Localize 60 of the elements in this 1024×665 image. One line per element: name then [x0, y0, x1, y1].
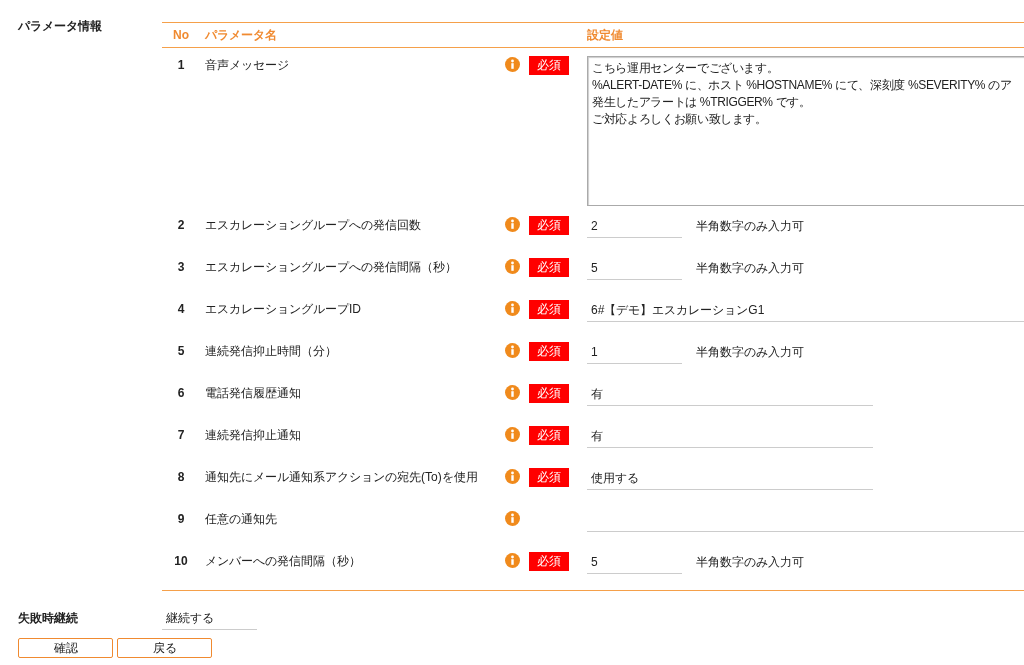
- column-header: 設定値: [587, 26, 623, 44]
- action-button[interactable]: 戻る: [117, 638, 212, 658]
- required-badge: 必須: [529, 300, 569, 319]
- row-number: 7: [177, 428, 185, 442]
- info-icon[interactable]: [505, 511, 520, 526]
- parameter-name: エスカレーショングループID: [205, 302, 361, 316]
- info-icon[interactable]: [505, 553, 520, 568]
- required-badge: 必須: [529, 342, 569, 361]
- parameter-name: エスカレーショングループへの発信間隔（秒）: [205, 260, 457, 274]
- info-icon[interactable]: [505, 259, 520, 274]
- required-badge: 必須: [529, 426, 569, 445]
- hint-text: 半角数字のみ入力可: [696, 260, 804, 277]
- input-field[interactable]: 2: [587, 216, 682, 238]
- select-field[interactable]: 有: [587, 384, 873, 406]
- required-badge: 必須: [529, 56, 569, 75]
- input-field[interactable]: 5: [587, 552, 682, 574]
- row-number: 5: [177, 344, 185, 358]
- field-label: 失敗時継続: [18, 610, 78, 627]
- parameter-name: 連続発信抑止通知: [205, 428, 301, 442]
- row-number: 8: [177, 470, 185, 484]
- required-badge: 必須: [529, 468, 569, 487]
- row-number: 4: [177, 302, 185, 316]
- required-badge: 必須: [529, 216, 569, 235]
- hint-text: 半角数字のみ入力可: [696, 344, 804, 361]
- input-field[interactable]: 1: [587, 342, 682, 364]
- required-badge: 必須: [529, 258, 569, 277]
- info-icon[interactable]: [505, 427, 520, 442]
- column-header: パラメータ名: [204, 26, 278, 44]
- row-number: 3: [177, 260, 185, 274]
- select-field[interactable]: 有: [587, 426, 873, 448]
- parameter-name: 電話発信履歴通知: [205, 386, 301, 400]
- required-badge: 必須: [529, 384, 569, 403]
- row-number: 10: [174, 554, 188, 568]
- parameter-name: 連続発信抑止時間（分）: [205, 344, 337, 358]
- select-field[interactable]: 使用する: [587, 468, 873, 490]
- input-field[interactable]: 5: [587, 258, 682, 280]
- required-badge: 必須: [529, 552, 569, 571]
- parameter-name: 音声メッセージ: [205, 58, 289, 72]
- info-icon[interactable]: [505, 57, 520, 72]
- row-number: 2: [177, 218, 185, 232]
- row-number: 6: [177, 386, 185, 400]
- select-field[interactable]: 継続する: [162, 608, 257, 630]
- action-button[interactable]: 確認: [18, 638, 113, 658]
- info-icon[interactable]: [505, 217, 520, 232]
- info-icon[interactable]: [505, 385, 520, 400]
- column-header: No: [172, 28, 190, 42]
- message-textarea[interactable]: こちら運用センターでございます。 %ALERT-DATE% に、ホスト %HOSTNAME% にて、深刻度 %SEVERITY% のア 発生したアラートは %TRIGGER% です。 ご対応よろしくお願い致します。: [587, 56, 1024, 206]
- info-icon[interactable]: [505, 469, 520, 484]
- parameter-name: 任意の通知先: [205, 512, 277, 526]
- input-field[interactable]: 6#【デモ】エスカレーションG1: [587, 300, 1024, 322]
- parameter-name: メンバーへの発信間隔（秒）: [205, 554, 361, 568]
- row-number: 9: [177, 512, 185, 526]
- parameter-name: 通知先にメール通知系アクションの宛先(To)を使用: [205, 470, 478, 484]
- row-number: 1: [177, 58, 185, 72]
- parameter-name: エスカレーショングループへの発信回数: [205, 218, 421, 232]
- hint-text: 半角数字のみ入力可: [696, 218, 804, 235]
- info-icon[interactable]: [505, 301, 520, 316]
- hint-text: 半角数字のみ入力可: [696, 554, 804, 571]
- info-icon[interactable]: [505, 343, 520, 358]
- section-label: パラメータ情報: [18, 18, 102, 35]
